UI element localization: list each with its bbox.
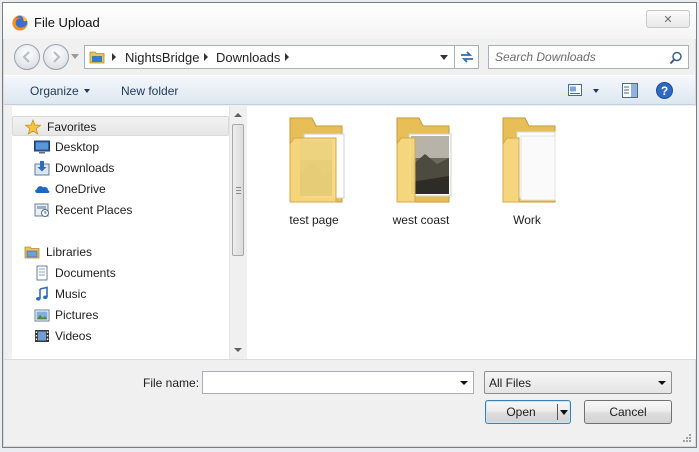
resize-grip-icon[interactable] (682, 433, 692, 443)
nav-item-label: Music (55, 287, 87, 301)
nav-item-documents[interactable]: Documents (12, 263, 229, 283)
open-options-chevron-down-icon[interactable] (560, 410, 568, 415)
breadcrumb-separator-icon[interactable] (285, 53, 289, 61)
pictures-icon (34, 309, 50, 322)
address-row: NightsBridge Downloads (3, 39, 696, 75)
split-divider (557, 404, 558, 420)
nav-favorites[interactable]: Favorites (12, 116, 229, 136)
search-input[interactable] (489, 46, 665, 68)
navigation-pane: Favorites Desktop Downloads OneDrive Rec… (12, 106, 229, 359)
nav-item-recent-places[interactable]: Recent Places (12, 200, 229, 220)
change-view-icon[interactable] (568, 84, 582, 96)
nav-libraries-label: Libraries (46, 245, 93, 259)
nav-item-label: Pictures (55, 308, 99, 322)
organize-label: Organize (30, 84, 79, 98)
onedrive-icon (35, 186, 50, 193)
svg-text:?: ? (661, 84, 668, 98)
open-label: Open (506, 405, 536, 419)
libraries-icon (24, 246, 40, 259)
navigation-scrollbar[interactable] (229, 106, 246, 359)
back-arrow-icon (22, 51, 30, 63)
file-name-combobox[interactable] (202, 371, 474, 394)
cancel-button[interactable]: Cancel (584, 400, 672, 424)
close-icon: ✕ (663, 13, 673, 26)
search-box[interactable] (488, 45, 689, 69)
forward-arrow-icon (53, 51, 61, 63)
dialog-footer: File name: All Files Open Cancel (4, 359, 695, 446)
folder-name: test page (289, 213, 339, 227)
refresh-button[interactable] (455, 45, 479, 69)
organize-button[interactable]: Organize (30, 84, 79, 98)
nav-item-downloads[interactable]: Downloads (12, 158, 229, 178)
nav-item-music[interactable]: Music (12, 284, 229, 304)
star-icon (25, 119, 41, 135)
file-name-label: File name: (143, 376, 200, 390)
folder-item-test-page[interactable]: test page (268, 114, 360, 230)
organize-chevron-down-icon[interactable] (84, 89, 90, 93)
nav-item-videos[interactable]: Videos (12, 326, 229, 346)
address-dropdown-chevron-icon[interactable] (440, 55, 448, 60)
breadcrumb-nightsbridge[interactable]: NightsBridge (125, 50, 199, 65)
chevron-down-icon (658, 381, 666, 385)
search-icon[interactable] (669, 51, 683, 65)
window-title: File Upload (34, 15, 100, 30)
nav-item-label: OneDrive (55, 182, 106, 196)
downloads-icon (34, 161, 50, 176)
folder-item-work[interactable]: Work (481, 114, 573, 230)
folder-with-photos-icon (289, 117, 345, 203)
nav-item-desktop[interactable]: Desktop (12, 137, 229, 157)
videos-icon (35, 330, 49, 342)
open-button[interactable]: Open (485, 400, 571, 424)
recent-places-icon (34, 203, 49, 217)
folder-with-photos-icon (396, 117, 452, 203)
forward-button[interactable] (43, 44, 69, 70)
file-type-select[interactable]: All Files (484, 371, 672, 394)
file-name-input[interactable] (203, 372, 453, 393)
grip-icon (236, 187, 241, 194)
desktop-icon (34, 140, 50, 154)
recent-locations-chevron-icon[interactable] (71, 54, 79, 59)
folder-name: Work (513, 213, 541, 227)
nav-item-label: Downloads (55, 161, 115, 175)
file-type-value: All Files (489, 376, 532, 390)
back-button[interactable] (14, 44, 40, 70)
close-button[interactable]: ✕ (646, 10, 690, 28)
address-bar[interactable]: NightsBridge Downloads (84, 45, 455, 69)
breadcrumb-separator-icon[interactable] (112, 53, 116, 61)
scrollbar-thumb[interactable] (232, 124, 244, 256)
breadcrumb-separator-icon[interactable] (204, 53, 208, 61)
folder-icon (502, 117, 556, 203)
preview-pane-icon[interactable] (622, 83, 638, 98)
nav-item-pictures[interactable]: Pictures (12, 305, 229, 325)
help-icon[interactable]: ? (656, 82, 673, 99)
breadcrumb-downloads[interactable]: Downloads (216, 50, 280, 65)
music-icon (36, 286, 48, 301)
new-folder-button[interactable]: New folder (121, 84, 178, 98)
file-name-dropdown-chevron-icon[interactable] (460, 381, 468, 385)
refresh-icon (460, 51, 473, 63)
folder-icon (89, 51, 105, 64)
nav-favorites-label: Favorites (47, 120, 97, 134)
nav-item-label: Recent Places (55, 203, 133, 217)
nav-item-label: Documents (55, 266, 116, 280)
scroll-up-arrow-icon[interactable] (234, 113, 242, 117)
nav-item-onedrive[interactable]: OneDrive (12, 179, 229, 199)
command-bar: Organize New folder ? (4, 75, 695, 105)
nav-libraries[interactable]: Libraries (12, 242, 229, 262)
file-list[interactable]: test page west coast Work (247, 106, 696, 359)
nav-item-label: Videos (55, 329, 92, 343)
nav-item-label: Desktop (55, 140, 100, 154)
scroll-down-arrow-icon[interactable] (234, 348, 242, 352)
title-bar[interactable]: File Upload ✕ (3, 3, 696, 39)
firefox-icon (12, 15, 28, 31)
file-upload-dialog: File Upload ✕ NightsBridge Downloads Sea… (2, 2, 697, 448)
views-chevron-down-icon[interactable] (593, 89, 599, 93)
folder-item-west-coast[interactable]: west coast (375, 114, 467, 230)
folder-name: west coast (392, 213, 450, 227)
documents-icon (36, 265, 48, 281)
